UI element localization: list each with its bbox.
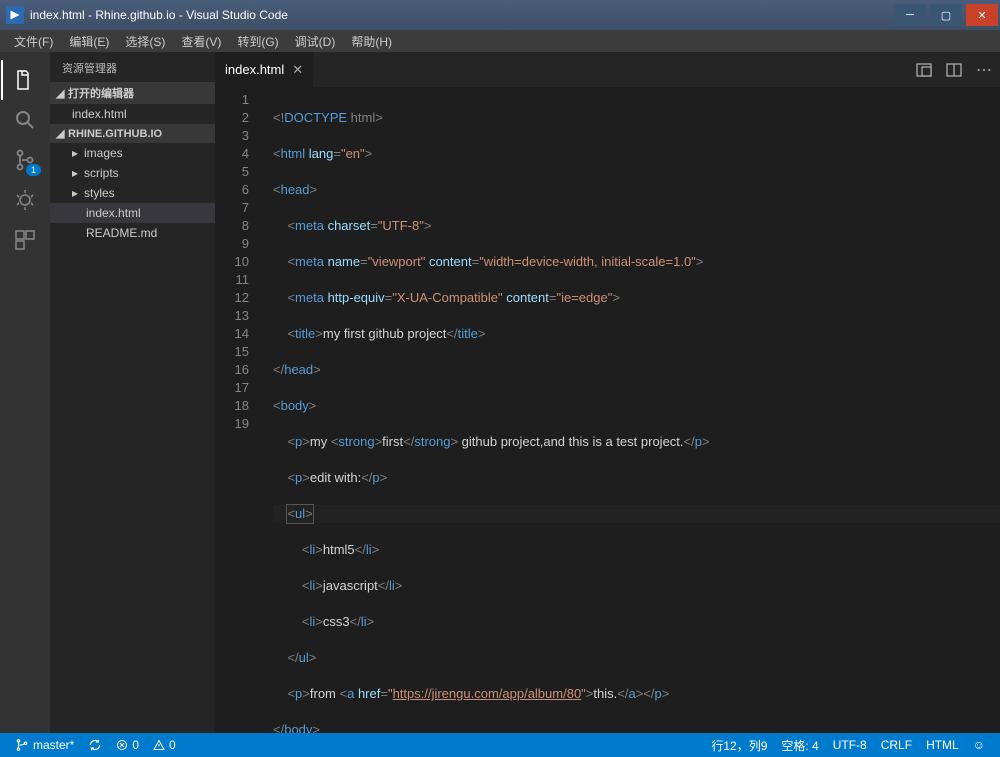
extensions-icon[interactable]	[1, 220, 49, 260]
sync-icon[interactable]	[81, 738, 109, 752]
scm-badge: 1	[26, 164, 41, 176]
tab-close-icon[interactable]: ✕	[292, 62, 303, 78]
file-index[interactable]: index.html	[50, 203, 215, 223]
menu-select[interactable]: 选择(S)	[117, 31, 173, 52]
folder-styles[interactable]: ▸styles	[50, 183, 215, 203]
code-editor[interactable]: 12345678910111213141516171819 <!DOCTYPE …	[215, 87, 1000, 733]
menu-goto[interactable]: 转到(G)	[229, 31, 286, 52]
menu-bar: 文件(F) 编辑(E) 选择(S) 查看(V) 转到(G) 调试(D) 帮助(H…	[0, 30, 1000, 52]
search-icon[interactable]	[1, 100, 49, 140]
errors-item[interactable]: 0	[109, 738, 146, 752]
menu-help[interactable]: 帮助(H)	[343, 31, 400, 52]
tab-index[interactable]: index.html ✕	[215, 52, 314, 87]
menu-view[interactable]: 查看(V)	[173, 31, 229, 52]
open-editor-filename: index.html	[72, 107, 127, 121]
minimize-button[interactable]: ─	[894, 4, 926, 26]
explorer-icon[interactable]	[1, 60, 49, 100]
project-header[interactable]: ◢RHINE.GITHUB.IO	[50, 124, 215, 143]
file-readme[interactable]: README.md	[50, 223, 215, 243]
sidebar-title: 资源管理器	[50, 52, 215, 82]
warnings-item[interactable]: 0	[146, 738, 183, 752]
explorer-sidebar: 资源管理器 ◢打开的编辑器 index.html ◢RHINE.GITHUB.I…	[50, 52, 215, 733]
menu-file[interactable]: 文件(F)	[6, 31, 61, 52]
source-control-icon[interactable]: 1	[1, 140, 49, 180]
open-editors-label: 打开的编辑器	[68, 85, 134, 101]
eol[interactable]: CRLF	[874, 738, 919, 752]
cursor-position[interactable]: 行12，列9	[704, 737, 774, 754]
activity-bar: 1	[0, 52, 50, 733]
menu-edit[interactable]: 编辑(E)	[61, 31, 117, 52]
split-editor-icon[interactable]	[916, 62, 932, 78]
language-mode[interactable]: HTML	[919, 738, 966, 752]
encoding[interactable]: UTF-8	[826, 738, 874, 752]
feedback-icon[interactable]: ☺	[966, 738, 992, 752]
line-gutter: 12345678910111213141516171819	[215, 87, 263, 733]
git-branch[interactable]: master*	[8, 738, 81, 752]
open-editor-item[interactable]: index.html	[50, 104, 215, 124]
indentation[interactable]: 空格: 4	[774, 737, 825, 754]
project-name: RHINE.GITHUB.IO	[68, 128, 162, 140]
layout-icon[interactable]	[946, 62, 962, 78]
window-title: index.html - Rhine.github.io - Visual St…	[30, 8, 892, 22]
folder-scripts[interactable]: ▸scripts	[50, 163, 215, 183]
code-content[interactable]: <!DOCTYPE html> <html lang="en"> <head> …	[263, 87, 1000, 733]
maximize-button[interactable]: ▢	[930, 4, 962, 26]
debug-icon[interactable]	[1, 180, 49, 220]
editor-tabs: index.html ✕ ⋯	[215, 52, 1000, 87]
menu-debug[interactable]: 调试(D)	[287, 31, 344, 52]
more-icon[interactable]: ⋯	[976, 60, 992, 80]
tab-label: index.html	[225, 62, 284, 77]
window-titlebar: index.html - Rhine.github.io - Visual St…	[0, 0, 1000, 30]
folder-images[interactable]: ▸images	[50, 143, 215, 163]
status-bar: master* 0 0 行12，列9 空格: 4 UTF-8 CRLF HTML…	[0, 733, 1000, 757]
vscode-icon	[6, 6, 24, 24]
close-button[interactable]: ✕	[966, 4, 998, 26]
editor-area: index.html ✕ ⋯ 1234567891011121314151617…	[215, 52, 1000, 733]
open-editors-header[interactable]: ◢打开的编辑器	[50, 82, 215, 104]
